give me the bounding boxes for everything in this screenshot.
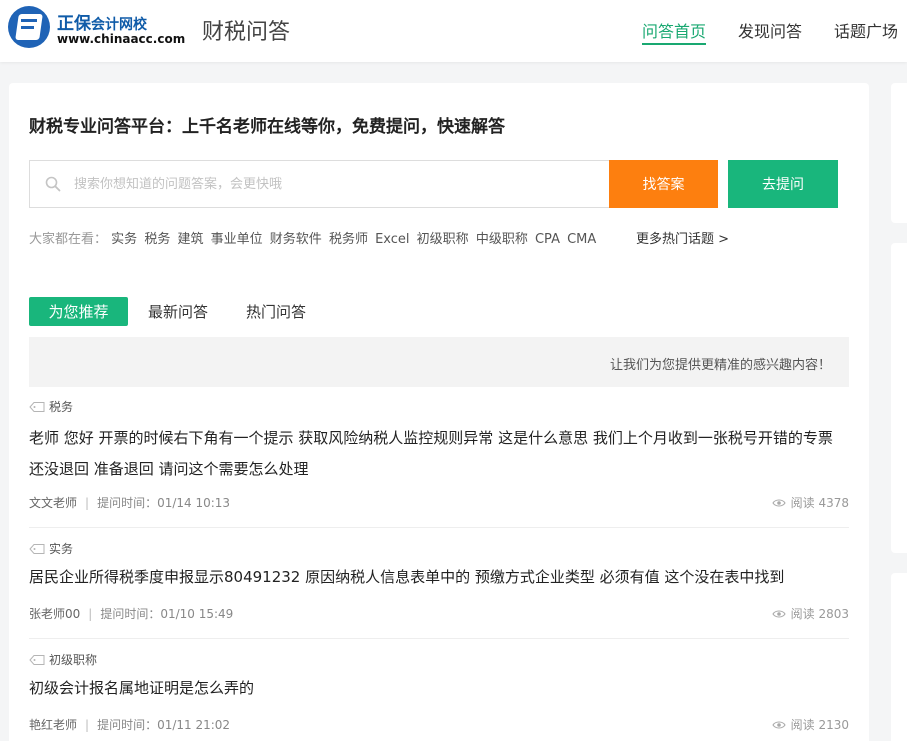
nav-discover[interactable]: 发现问答 [738, 18, 802, 42]
question-tag[interactable]: 税务 [29, 398, 73, 415]
search-box [29, 160, 610, 208]
question-author[interactable]: 艳红老师 [29, 718, 77, 732]
divider [29, 527, 849, 528]
hot-topics-label: 大家都在看： [29, 232, 108, 247]
hot-tag[interactable]: CPA [535, 232, 560, 247]
question-reads: 阅读 2803 [771, 605, 849, 622]
hot-tag[interactable]: 实务 [111, 232, 137, 247]
sidebar-card [891, 83, 907, 223]
hot-tag[interactable]: 税务 [144, 232, 170, 247]
hot-tag[interactable]: 税务师 [329, 232, 368, 247]
question-author[interactable]: 张老师00 [29, 607, 80, 621]
tag-icon [29, 654, 45, 665]
read-count: 阅读 2130 [790, 718, 849, 732]
ask-question-button[interactable]: 去提问 [728, 160, 838, 208]
question-time: 提问时间：01/11 21:02 [97, 718, 231, 732]
tag-icon [29, 543, 45, 554]
top-header: 正保会计网校 www.chinaacc.com 财税问答 问答首页 发现问答 话… [0, 0, 907, 62]
personalize-notice[interactable]: 让我们为您提供更精准的感兴趣内容！ [29, 337, 849, 387]
question-author[interactable]: 文文老师 [29, 496, 77, 510]
tab-latest[interactable]: 最新问答 [142, 297, 214, 326]
hot-topics-row: 大家都在看： 实务 税务 建筑 事业单位 财务软件 税务师 Excel 初级职称… [29, 228, 599, 247]
site-title: 财税问答 [202, 20, 291, 45]
brand-name[interactable]: 正保会计网校 [57, 9, 147, 34]
read-count: 阅读 4378 [790, 496, 849, 510]
tag-icon [29, 401, 45, 412]
question-title[interactable]: 老师 您好 开票的时候右下角有一个提示 获取风险纳税人监控规则异常 这是什么意思… [29, 423, 849, 485]
question-title[interactable]: 初级会计报名属地证明是怎么弄的 [29, 673, 849, 704]
question-item[interactable]: 初级职称 初级会计报名属地证明是怎么弄的 艳红老师 | 提问时间：01/11 21:… [29, 651, 849, 741]
read-count: 阅读 2803 [790, 607, 849, 621]
hot-tag[interactable]: CMA [567, 232, 596, 247]
brand-domain: www.chinaacc.com [57, 32, 186, 46]
hot-tag[interactable]: 建筑 [177, 232, 203, 247]
question-meta: 文文老师 | 提问时间：01/14 10:13 [29, 496, 231, 510]
nav-qa-home[interactable]: 问答首页 [642, 18, 706, 42]
hot-tag[interactable]: 事业单位 [211, 232, 263, 247]
notice-text: 让我们为您提供更精准的感兴趣内容！ [609, 358, 831, 373]
hot-tag[interactable]: 财务软件 [270, 232, 322, 247]
hot-tag[interactable]: Excel [375, 232, 409, 247]
question-time: 提问时间：01/10 15:49 [100, 607, 234, 621]
question-meta: 张老师00 | 提问时间：01/10 15:49 [29, 607, 234, 621]
sidebar-card [891, 243, 907, 553]
question-tag[interactable]: 实务 [29, 540, 73, 557]
question-item[interactable]: 税务 老师 您好 开票的时候右下角有一个提示 获取风险纳税人监控规则异常 这是什… [29, 398, 849, 528]
chinaacc-logo-icon[interactable] [8, 6, 50, 48]
question-time: 提问时间：01/14 10:13 [97, 496, 231, 510]
eye-icon [771, 720, 786, 729]
hot-tag[interactable]: 初级职称 [417, 232, 469, 247]
eye-icon [771, 609, 786, 618]
nav-active-underline [642, 43, 706, 45]
question-item[interactable]: 实务 居民企业所得税季度申报显示80491232 原因纳税人信息表单中的 预缴方… [29, 540, 849, 640]
question-tag-label: 初级职称 [49, 653, 98, 667]
nav-topics[interactable]: 话题广场 [834, 18, 898, 42]
divider [29, 638, 849, 639]
search-input[interactable] [74, 171, 594, 197]
more-hot-topics-link[interactable]: 更多热门话题 > [636, 228, 729, 247]
question-title[interactable]: 居民企业所得税季度申报显示80491232 原因纳税人信息表单中的 预缴方式企业… [29, 562, 849, 593]
question-reads: 阅读 4378 [771, 494, 849, 511]
question-reads: 阅读 2130 [771, 716, 849, 733]
question-tag-label: 实务 [49, 542, 74, 556]
question-tag[interactable]: 初级职称 [29, 651, 97, 668]
question-meta: 艳红老师 | 提问时间：01/11 21:02 [29, 718, 231, 732]
tab-hot[interactable]: 热门问答 [240, 297, 312, 326]
question-tag-label: 税务 [49, 400, 74, 414]
find-answer-button[interactable]: 找答案 [609, 160, 718, 208]
eye-icon [771, 498, 786, 507]
search-icon [45, 176, 61, 192]
hot-tag[interactable]: 中级职称 [476, 232, 528, 247]
sidebar-card [891, 573, 907, 741]
page-slogan: 财税专业问答平台：上千名老师在线等你，免费提问，快速解答 [29, 117, 505, 137]
tab-recommend[interactable]: 为您推荐 [29, 297, 128, 326]
